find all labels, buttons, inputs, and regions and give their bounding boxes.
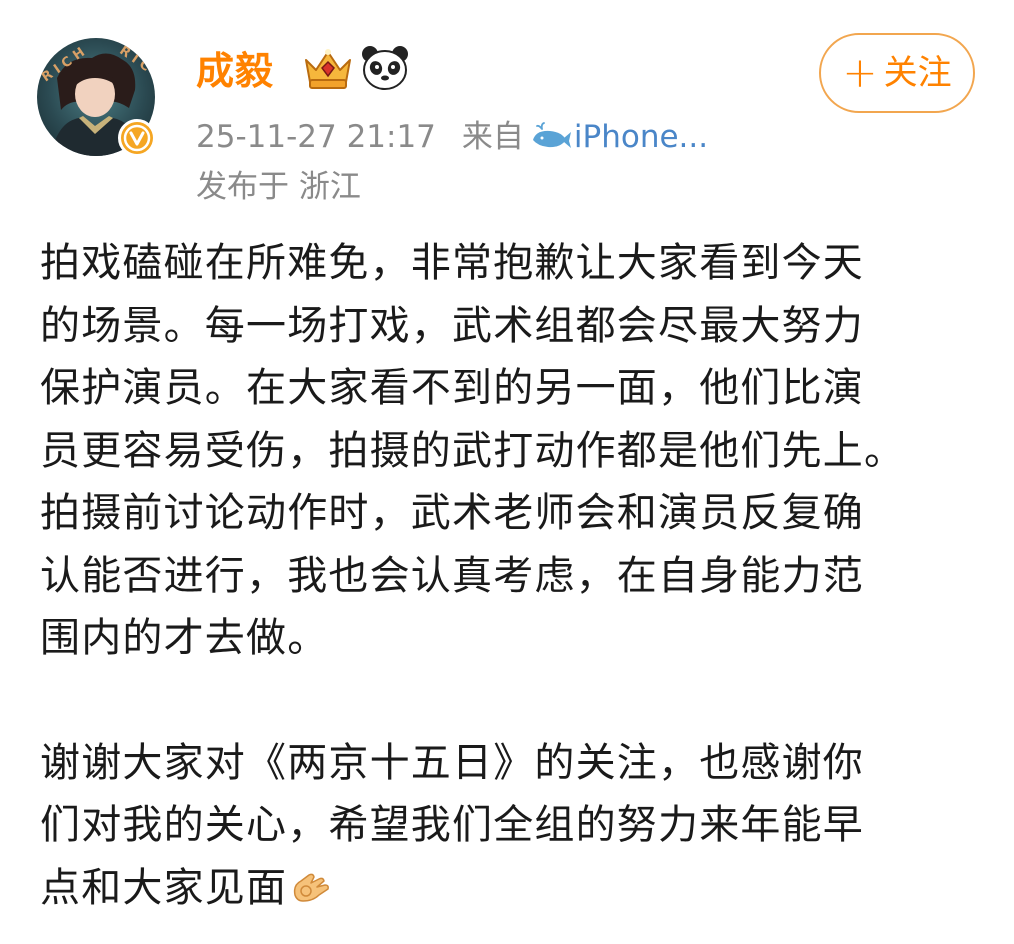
whale-icon [532,122,571,148]
plus-icon: + [842,48,878,97]
body-line: 认能否进行，我也会认真考虑，在自身能力范 [40,552,864,599]
post-body: 拍戏磕碰在所难免，非常抱歉让大家看到今天 的场景。每一场打戏，武术组都会尽最大努… [40,232,990,919]
post-header: R I C H R I C H 成毅 + 关注 25-11-27 21:17 来… [0,0,1014,220]
verified-v-icon [118,119,156,157]
paragraph-1: 拍戏磕碰在所难免，非常抱歉让大家看到今天 的场景。每一场打戏，武术组都会尽最大努… [40,232,990,670]
crown-icon [300,46,356,92]
author-name[interactable]: 成毅 [196,44,274,98]
follow-button[interactable]: + 关注 [819,33,975,113]
post-time[interactable]: 25-11-27 21:17 [196,112,436,162]
body-line: 拍摄前讨论动作时，武术老师会和演员反复确 [40,490,864,536]
post-location: 发布于 浙江 [196,169,361,205]
post-meta: 25-11-27 21:17 来自 iPhone... [196,112,708,162]
paragraph-2: 谢谢大家对《两京十五日》的关注，也感谢你 们对我的关心，希望我们全组的努力来年能… [40,732,990,920]
body-line: 保护演员。在大家看不到的另一面，他们比演 [40,365,864,411]
panda-icon [360,44,410,92]
body-line: 员更容易受伤，拍摄的武打动作都是他们先上。 [40,427,906,474]
post-source[interactable]: iPhone... [574,112,708,162]
body-line: 点和大家见面 [40,864,288,911]
from-label: 来自 [461,119,524,155]
body-line: 谢谢大家对《两京十五日》的关注，也感谢你 [40,739,864,786]
body-line: 的场景。每一场打戏，武术组都会尽最大努力 [40,302,864,349]
body-line: 拍戏磕碰在所难免，非常抱歉让大家看到今天 [40,240,864,286]
ok-hand-icon [289,861,333,902]
follow-label: 关注 [883,53,952,93]
body-line: 围内的才去做。 [40,615,329,661]
body-line: 们对我的关心，希望我们全组的努力来年能早 [40,802,864,848]
